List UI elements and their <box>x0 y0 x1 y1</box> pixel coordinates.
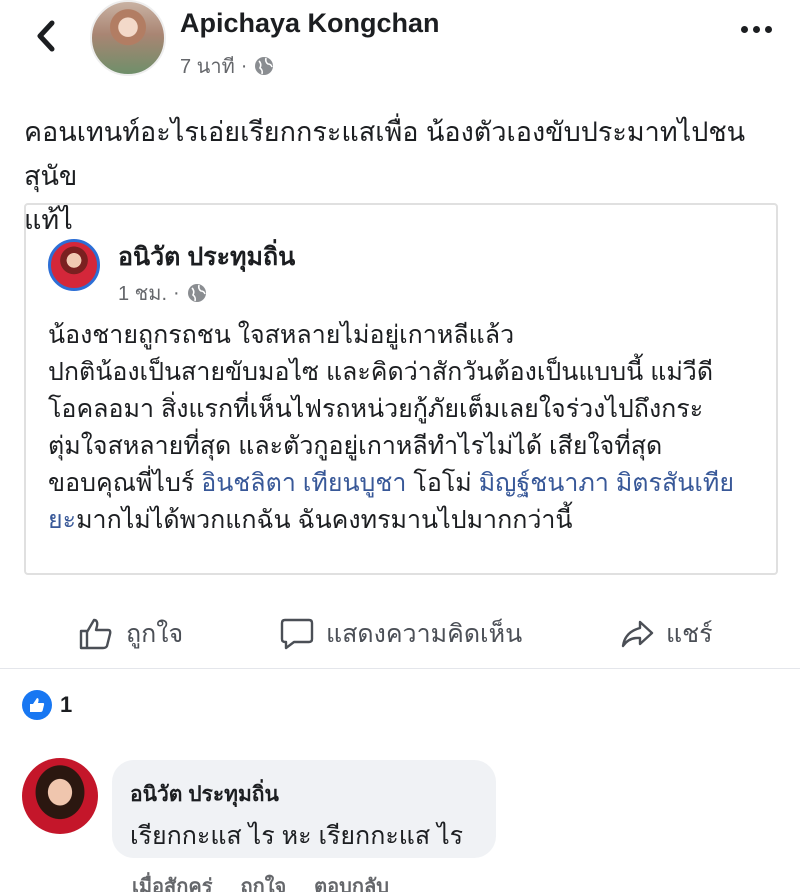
divider <box>0 668 800 669</box>
meta-separator: · <box>240 54 248 77</box>
comment-like-button[interactable]: ถูกใจ <box>240 870 286 892</box>
shared-meta: 1 ชม. · <box>118 277 208 309</box>
like-label: ถูกใจ <box>126 620 184 648</box>
shared-text-line: ยะมากไม่ได้พวกแกฉัน ฉันคงทรมานไปมากกว่าน… <box>48 502 768 539</box>
share-button[interactable]: แชร์ <box>620 614 713 654</box>
comment-button[interactable]: แสดงความคิดเห็น <box>280 614 522 654</box>
like-button[interactable]: ถูกใจ <box>78 614 183 654</box>
like-reaction-icon <box>22 690 52 720</box>
shared-text-line: ตุ่มใจสหลายที่สุด และตัวกูอยู่เกาหลีทำไร… <box>48 432 663 460</box>
shared-author-name[interactable]: อนิวัต ประทุมถิ่น <box>118 237 295 277</box>
dot <box>765 26 772 33</box>
reaction-count: 1 <box>60 692 73 717</box>
mention-link[interactable]: มิญฐ์ชนาภา มิตรสันเทีย <box>479 469 734 497</box>
globe-icon <box>255 57 274 75</box>
comment-label: แสดงความคิดเห็น <box>326 620 523 648</box>
commenter-avatar[interactable] <box>22 758 98 834</box>
dot <box>753 26 760 33</box>
comment-time: เมื่อสักครู่ <box>132 876 213 892</box>
comment-text: เรียกกะแส ไร หะ เรียกกะแส ไร <box>130 822 464 850</box>
mention-link[interactable]: อินชลิตา เทียนบูชา <box>201 469 406 497</box>
dot <box>741 26 748 33</box>
post-meta: 7 นาที · <box>180 50 275 82</box>
shared-author-avatar[interactable] <box>48 239 100 291</box>
text-segment: โอโม่ <box>413 469 479 497</box>
shared-post-text: น้องชายถูกรถชน ใจสหลายไม่อยู่เกาหลีแล้ว … <box>48 317 768 539</box>
share-icon <box>621 620 654 648</box>
author-avatar[interactable] <box>90 0 166 76</box>
meta-separator: · <box>173 281 180 304</box>
comment-actions: เมื่อสักครู่ ถูกใจ ตอบกลับ <box>132 870 389 892</box>
post-time[interactable]: 7 นาที <box>180 50 235 82</box>
share-label: แชร์ <box>666 620 713 648</box>
shared-text-line: ขอบคุณพี่ไบร์ อินชลิตา เทียนบูชา โอโม่ ม… <box>48 465 768 502</box>
post-author-name[interactable]: Apichaya Kongchan <box>180 8 440 39</box>
reaction-summary[interactable]: 1 <box>22 690 72 720</box>
mention-link[interactable]: ยะ <box>48 506 76 534</box>
shared-text-line: โอคลอมา สิ่งแรกที่เห็นไฟรถหน่วยกู้ภัยเต็… <box>48 395 704 423</box>
comment-icon <box>280 618 314 650</box>
more-options-button[interactable] <box>741 26 772 33</box>
post-action-bar: ถูกใจ แสดงความคิดเห็น แชร์ <box>0 604 800 660</box>
post-header: Apichaya Kongchan 7 นาที · <box>0 0 800 90</box>
shared-time[interactable]: 1 ชม. <box>118 277 167 309</box>
chevron-left-icon <box>37 20 55 52</box>
thumbs-up-icon <box>79 618 112 650</box>
comment-bubble: อนิวัต ประทุมถิ่น เรียกกะแส ไร หะ เรียกก… <box>112 760 496 858</box>
back-button[interactable] <box>26 16 66 56</box>
comment-reply-button[interactable]: ตอบกลับ <box>314 870 389 892</box>
shared-post-card[interactable]: อนิวัต ประทุมถิ่น 1 ชม. · น้องชายถูกรถชน… <box>24 203 778 575</box>
commenter-name[interactable]: อนิวัต ประทุมถิ่น <box>130 778 279 811</box>
shared-text-line: น้องชายถูกรถชน ใจสหลายไม่อยู่เกาหลีแล้ว <box>48 321 515 349</box>
text-segment: มากไม่ได้พวกแกฉัน ฉันคงทรมานไปมากกว่านี้ <box>76 506 573 534</box>
globe-icon <box>187 284 206 302</box>
shared-text-line: ปกติน้องเป็นสายขับมอไซ และคิดว่าสักวันต้… <box>48 358 714 386</box>
post-text-line: คอนเทนท์อะไรเอ่ยเรียกกระแสเพื่อ น้องตัวเ… <box>24 117 746 191</box>
text-segment: ขอบคุณพี่ไบร์ <box>48 469 202 497</box>
